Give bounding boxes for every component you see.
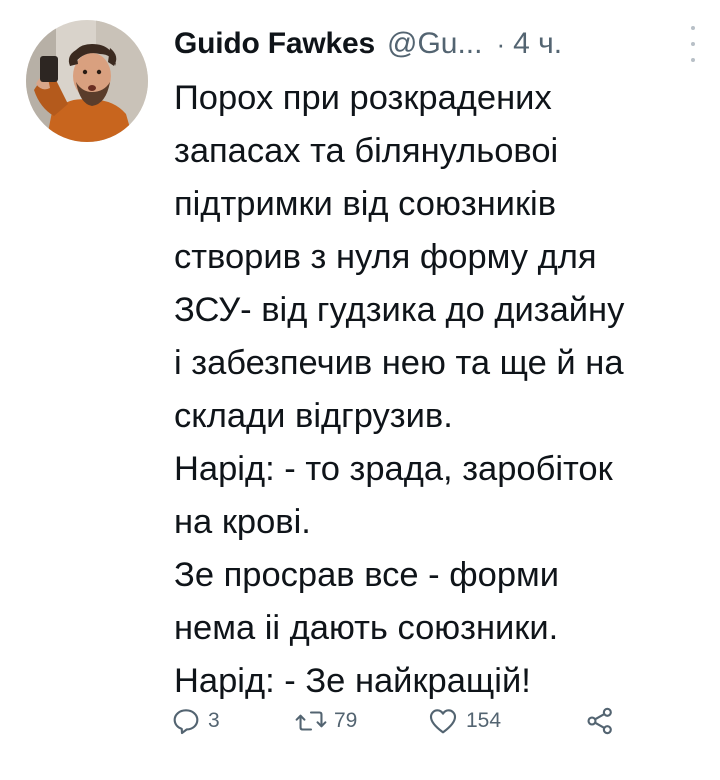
tweet-text-line: і забезпечив нею та ще й на <box>174 344 624 382</box>
tweet: Guido Fawkes @Gu... · 4 ч. Порох при роз… <box>0 0 720 780</box>
more-vertical-icon[interactable] <box>688 26 698 62</box>
tweet-text-line: склади відгрузив. <box>174 397 453 435</box>
tweet-header: Guido Fawkes @Gu... · 4 ч. <box>174 22 700 66</box>
author-handle[interactable]: @Gu... <box>387 27 482 61</box>
reply-icon <box>173 709 199 735</box>
tweet-actions: 3 79 154 <box>170 696 650 746</box>
tweet-text-line: Зе просрав все - форми <box>174 556 559 594</box>
tweet-text-line: ЗСУ- від гудзика до дизайну <box>174 291 625 329</box>
tweet-text-line: створив з нуля форму для <box>174 238 597 276</box>
tweet-text-line: Порох при розкрадених <box>174 79 552 117</box>
retweet-count: 79 <box>334 709 358 732</box>
tweet-text-line: запасах та білянульовоі <box>174 132 559 170</box>
tweet-text: Порох при розкрадених запасах та білянул… <box>174 72 704 708</box>
profile-photo <box>26 20 148 142</box>
like-button[interactable]: 154 <box>426 696 501 746</box>
author-avatar[interactable] <box>26 20 148 142</box>
share-button[interactable] <box>584 696 616 746</box>
author-display-name[interactable]: Guido Fawkes <box>174 27 375 61</box>
header-separator: · <box>496 28 506 59</box>
retweet-button[interactable]: 79 <box>294 696 357 746</box>
heart-icon <box>429 709 457 734</box>
tweet-timestamp[interactable]: 4 ч. <box>513 27 562 61</box>
like-count: 154 <box>466 709 502 732</box>
tweet-text-line: підтримки від союзників <box>174 185 557 223</box>
tweet-text-line: Нарід: - то зрада, заробіток <box>174 450 613 488</box>
reply-button[interactable]: 3 <box>170 696 220 746</box>
tweet-text-line: на крові. <box>174 503 311 541</box>
retweet-icon <box>295 711 327 731</box>
tweet-text-line: нема іі дають союзники. <box>174 609 559 647</box>
reply-count: 3 <box>208 709 220 732</box>
share-icon <box>587 707 612 735</box>
